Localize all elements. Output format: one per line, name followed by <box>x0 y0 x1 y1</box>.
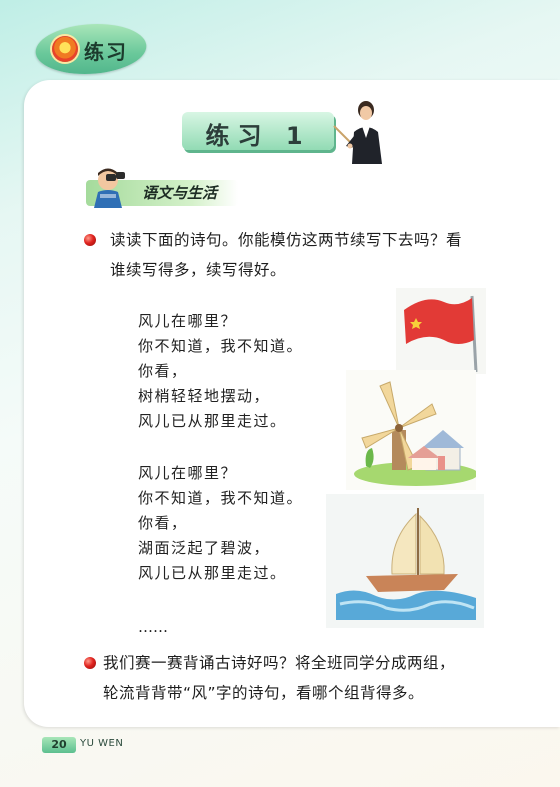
exercise-1-line: 读读下面的诗句。你能模仿这两节续写下去吗？看 <box>110 231 463 249</box>
sailboat-illustration <box>326 494 484 628</box>
poem-line: 你看， <box>138 514 188 532</box>
flower-icon <box>52 36 78 62</box>
poem-ellipsis: …… <box>138 618 168 636</box>
flag-illustration <box>396 288 486 374</box>
teacher-illustration <box>333 101 382 164</box>
poem-line: 你不知道，我不知道。 <box>138 337 304 355</box>
poem-line: 湖面泛起了碧波， <box>138 539 271 557</box>
windmill-illustration <box>346 370 476 490</box>
exercise-2-text: 我们赛一赛背诵古诗好吗？将全班同学分成两组， 轮流背背带“风”字的诗句，看哪个组… <box>103 648 503 708</box>
lesson-title: 练习 1 <box>205 122 311 150</box>
poem-line: 风儿在哪里？ <box>138 464 238 482</box>
bullet-icon <box>84 234 96 246</box>
lesson-banner: 练习 1 <box>182 112 334 150</box>
exercise-1-text: 读读下面的诗句。你能模仿这两节续写下去吗？看 谁续写得多，续写得好。 <box>110 225 510 285</box>
poem-line: 树梢轻轻地摆动， <box>138 387 271 405</box>
page-number: 20 <box>42 737 76 753</box>
exercise-2-line: 轮流背背带“风”字的诗句，看哪个组背得多。 <box>103 684 425 702</box>
kid-binoculars-illustration <box>94 168 125 208</box>
poem-line: 风儿已从那里走过。 <box>138 412 287 430</box>
exercise-2-line: 我们赛一赛背诵古诗好吗？将全班同学分成两组， <box>103 654 456 672</box>
poem-line: 你不知道，我不知道。 <box>138 489 304 507</box>
footer-label: YU WEN <box>80 738 124 749</box>
section-title: 语文与生活 <box>142 184 218 202</box>
exercise-1-line: 谁续写得多，续写得好。 <box>110 261 287 279</box>
bullet-icon <box>84 657 96 669</box>
poem-line: 你看， <box>138 362 188 380</box>
poem-line: 风儿在哪里？ <box>138 312 238 330</box>
unit-title: 练习 <box>84 40 128 64</box>
unit-tab-content: 练习 <box>42 24 152 74</box>
poem-line: 风儿已从那里走过。 <box>138 564 287 582</box>
